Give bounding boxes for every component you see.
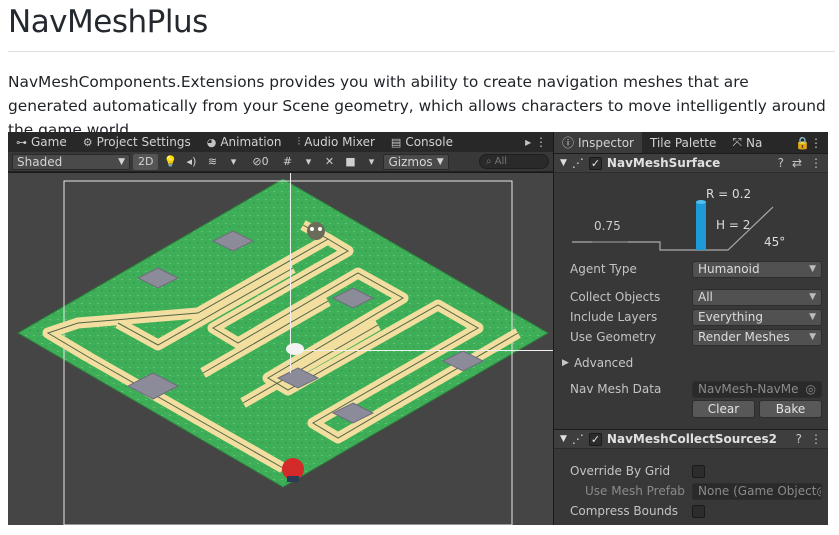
scene-canvas[interactable] [8,173,553,525]
help-icon[interactable]: ? [778,156,784,170]
scene-axis-horizontal [291,350,553,351]
object-picker-icon[interactable]: ◎ [806,382,816,396]
console-icon: ▤ [390,135,402,149]
page-title: NavMeshPlus [8,4,208,40]
bake-buttons-row: Clear Bake [692,400,822,418]
preset-icon[interactable]: ⇄ [792,156,802,170]
compress-bounds-row: Compress Bounds [570,502,822,520]
override-by-grid-row: Override By Grid [570,462,822,480]
hidden-objects-toggle[interactable]: ⊘ 0 [245,154,275,170]
tab-tile-palette[interactable]: Tile Palette [642,132,724,153]
info-icon: ⓘ [562,136,575,150]
eye-slash-icon: ⊘ [252,155,262,168]
navigation-icon: ⤧ [732,135,742,149]
inspector-panel: ⓘ Inspector Tile Palette ⤧ Na 🔒⋮ ▼ ⋰ ✓ Nav… [554,132,828,525]
navmesh-component-icon: ⋰ [571,156,584,170]
component-actions: ? ⋮ [796,432,828,446]
navmesh-collect-sources-header[interactable]: ▼ ⋰ ✓ NavMeshCollectSources2 ? ⋮ [554,429,828,449]
component-actions: ? ⇄ ⋮ [778,156,828,170]
tab-inspector[interactable]: ⓘ Inspector [554,132,642,153]
scene-search-input[interactable]: ⌕ All [479,154,549,169]
script-component-icon: ⋰ [571,432,584,446]
agent-cylinder [696,202,706,250]
object-picker-icon[interactable]: ◎ [816,484,821,498]
tab-game[interactable]: ⊶ Game [8,132,75,152]
mixer-icon: ⫶ [297,135,301,148]
tab-audio-mixer[interactable]: ⫶ Audio Mixer [290,132,383,152]
max-slope-label: 45° [764,235,786,249]
chevron-down-icon: ▼ [809,292,816,302]
agent-height-label: H = 2 [716,218,751,232]
kebab-menu-icon[interactable]: ⋮ [810,156,822,170]
collect-objects-row: Collect Objects All ▼ [570,288,822,306]
tab-console[interactable]: ▤ Console [383,132,461,152]
clock-icon: ◕ [206,135,217,149]
tab-navigation[interactable]: ⤧ Na [724,132,770,153]
use-geometry-row: Use Geometry Render Meshes ▼ [570,328,822,346]
chevron-down-icon: ▼ [809,332,816,342]
effects-icon[interactable]: ≋ [203,154,221,170]
navmesh-surface-header[interactable]: ▼ ⋰ ✓ NavMeshSurface ? ⇄ ⋮ [554,153,828,173]
nav-mesh-data-row: Nav Mesh Data NavMesh-NavMe ◎ [570,380,822,398]
mesh-prefab-field[interactable]: None (Game Object◎ [692,482,822,500]
gear-icon: ⚙ [82,135,93,149]
shading-mode-dropdown[interactable]: Shaded ▼ [12,153,130,170]
2d-mode-button[interactable]: 2D [133,153,159,170]
agent-type-dropdown[interactable]: Humanoid ▼ [692,260,822,278]
scene-view[interactable] [8,173,553,525]
scene-toolbar: Shaded ▼ 2D 💡 ◂) ≋ ▾ ⊘ 0 # ▾ ✕ ■ ▾ Gizmos ▼… [8,152,553,172]
agent-type-row: Agent Type Humanoid ▼ [570,260,822,278]
include-layers-dropdown[interactable]: Everything ▼ [692,308,822,326]
agent-cylinder-top [696,200,706,204]
chevron-down-icon: ▼ [809,312,816,322]
help-icon[interactable]: ? [796,432,802,446]
title-divider [8,51,835,52]
use-mesh-prefab-row: Use Mesh Prefab None (Game Object◎ [570,482,822,500]
compress-bounds-checkbox[interactable] [692,504,705,518]
audio-icon[interactable]: ◂) [182,154,200,170]
agent-radius-label: R = 0.2 [706,187,752,201]
include-layers-row: Include Layers Everything ▼ [570,308,822,326]
gamepad-icon: ⊶ [16,135,27,149]
chevron-down-icon: ▼ [118,156,125,167]
step-height-label: 0.75 [594,219,621,233]
scene-axis-vertical [290,173,291,373]
chevron-down-icon[interactable]: ▾ [362,154,380,170]
chevron-down-icon[interactable]: ▾ [224,154,242,170]
bake-button[interactable]: Bake [759,400,822,418]
tools-icon[interactable]: ✕ [320,154,338,170]
foldout-arrow-icon: ▶ [562,358,569,368]
chevron-down-icon[interactable]: ▾ [299,154,317,170]
foldout-arrow-icon[interactable]: ▼ [560,158,567,168]
grid-icon[interactable]: # [278,154,296,170]
player-character-icon[interactable] [307,222,325,240]
component-enabled-checkbox[interactable]: ✓ [588,156,602,170]
nav-mesh-data-field[interactable]: NavMesh-NavMe ◎ [692,380,822,398]
cloud-gizmo[interactable] [286,343,304,355]
camera-icon[interactable]: ■ [341,154,359,170]
lighting-icon[interactable]: 💡 [161,154,179,170]
override-by-grid-checkbox[interactable] [692,464,705,478]
lock-icon[interactable]: 🔒⋮ [795,136,828,150]
chevron-down-icon: ▼ [436,156,444,167]
component-enabled-checkbox[interactable]: ✓ [588,432,602,446]
foldout-arrow-icon[interactable]: ▼ [560,434,567,444]
tab-project-settings[interactable]: ⚙ Project Settings [75,132,199,152]
tab-animation[interactable]: ◕ Animation [199,132,290,152]
tab-overflow-icon[interactable]: ▸ ⋮ [519,135,553,149]
use-geometry-dropdown[interactable]: Render Meshes ▼ [692,328,822,346]
chevron-down-icon: ▼ [809,264,816,274]
unity-editor-screenshot: ⊶ Game ⚙ Project Settings ◕ Animation ⫶ Audi… [8,132,828,525]
scene-tab-bar: ⊶ Game ⚙ Project Settings ◕ Animation ⫶ Audi… [8,132,553,152]
kebab-menu-icon[interactable]: ⋮ [810,432,822,446]
collect-objects-dropdown[interactable]: All ▼ [692,288,822,306]
advanced-foldout[interactable]: ▶ Advanced [562,354,822,372]
clear-button[interactable]: Clear [692,400,755,418]
inspector-tab-bar: ⓘ Inspector Tile Palette ⤧ Na 🔒⋮ [554,132,828,153]
search-icon: ⌕ [486,156,492,167]
gizmos-dropdown[interactable]: Gizmos ▼ [383,153,449,170]
